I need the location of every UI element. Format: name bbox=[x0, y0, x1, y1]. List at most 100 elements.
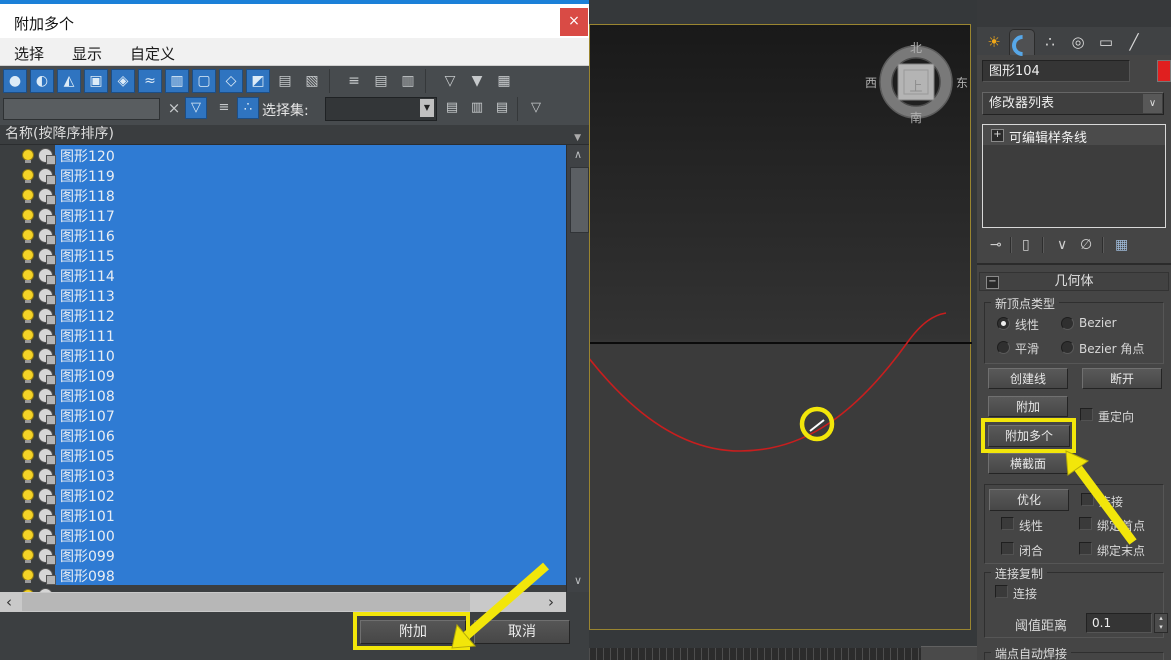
threshold-distance-input[interactable]: 0.1 bbox=[1086, 613, 1152, 633]
display-spacewarps-icon[interactable]: ≈ bbox=[138, 69, 162, 93]
visibility-bulb-icon[interactable] bbox=[22, 169, 34, 183]
display-cameras-icon[interactable]: ▣ bbox=[84, 69, 108, 93]
list-item[interactable]: 图形118 bbox=[0, 185, 566, 205]
scroll-down-icon[interactable]: ∨ bbox=[569, 573, 587, 590]
configure-modifier-sets-icon[interactable]: ▦ bbox=[1115, 236, 1128, 254]
list-item[interactable]: 图形105 bbox=[0, 445, 566, 465]
list-item[interactable]: 图形100 bbox=[0, 525, 566, 545]
list-item[interactable]: 图形101 bbox=[0, 505, 566, 525]
list-item[interactable]: 图形107 bbox=[0, 405, 566, 425]
connect-copy-label[interactable]: 连接 bbox=[1013, 585, 1037, 602]
expand-all-icon[interactable]: ≡ bbox=[342, 69, 366, 93]
spline-curve[interactable] bbox=[587, 312, 947, 452]
visibility-bulb-icon[interactable] bbox=[22, 349, 34, 363]
selection-set-dropdown[interactable]: ▼ bbox=[325, 97, 437, 121]
geometry-rollout-header[interactable]: − 几何体 bbox=[979, 272, 1169, 291]
modifier-stack[interactable]: + 可编辑样条线 bbox=[982, 124, 1166, 228]
expand-selected-icon[interactable]: ▥ bbox=[396, 69, 420, 93]
bind-first-label[interactable]: 绑定首点 bbox=[1097, 517, 1145, 534]
list-item[interactable]: 图形112 bbox=[0, 305, 566, 325]
search-input[interactable] bbox=[3, 98, 160, 120]
motion-tab-icon[interactable]: ◎ bbox=[1065, 29, 1091, 55]
display-containers-icon[interactable]: ◩ bbox=[246, 69, 270, 93]
connect-copy-checkbox[interactable] bbox=[995, 585, 1008, 598]
visibility-bulb-icon[interactable] bbox=[22, 469, 34, 483]
scroll-right-icon[interactable]: › bbox=[548, 593, 554, 611]
display-geometry-icon[interactable]: ● bbox=[3, 69, 27, 93]
funnel-more-icon[interactable]: ▽ bbox=[525, 97, 547, 119]
visibility-bulb-icon[interactable] bbox=[22, 229, 34, 243]
display-frozen-icon[interactable]: ▤ bbox=[273, 69, 297, 93]
list-item[interactable]: 图形114 bbox=[0, 265, 566, 285]
closed-checkbox[interactable] bbox=[1001, 542, 1014, 555]
layers-icon[interactable]: ≡ bbox=[213, 97, 235, 119]
list-item[interactable]: 图形108 bbox=[0, 385, 566, 405]
visibility-bulb-icon[interactable] bbox=[22, 489, 34, 503]
list-item[interactable]: 图形117 bbox=[0, 205, 566, 225]
vertical-scroll-thumb[interactable] bbox=[570, 167, 589, 233]
filter-funnel-icon[interactable]: ▽ bbox=[438, 69, 462, 93]
visibility-bulb-icon[interactable] bbox=[22, 369, 34, 383]
vertical-scrollbar[interactable]: ∧ ∨ bbox=[566, 145, 589, 592]
bind-last-label[interactable]: 绑定末点 bbox=[1097, 542, 1145, 559]
cancel-button[interactable]: 取消 bbox=[474, 620, 570, 644]
scroll-up-icon[interactable]: ∧ bbox=[569, 147, 587, 164]
visibility-bulb-icon[interactable] bbox=[22, 449, 34, 463]
expand-plus-icon[interactable]: + bbox=[991, 129, 1004, 142]
visibility-bulb-icon[interactable] bbox=[22, 529, 34, 543]
copy-selection-set-icon[interactable]: ▤ bbox=[441, 97, 463, 119]
modifier-list-dropdown[interactable]: 修改器列表 ∨ bbox=[982, 92, 1164, 115]
reorient-label[interactable]: 重定向 bbox=[1098, 408, 1134, 425]
linear-checkbox[interactable] bbox=[1001, 517, 1014, 530]
list-sort-header[interactable]: 名称(按降序排序) ▼ bbox=[0, 125, 589, 145]
collapse-minus-icon[interactable]: − bbox=[986, 276, 999, 289]
display-hidden-icon[interactable]: ▧ bbox=[300, 69, 324, 93]
radio-bezier[interactable] bbox=[1061, 317, 1074, 330]
radio-smooth[interactable] bbox=[997, 341, 1010, 354]
linear-label[interactable]: 线性 bbox=[1019, 517, 1043, 534]
visibility-bulb-icon[interactable] bbox=[22, 149, 34, 163]
menu-item[interactable]: 自定义 bbox=[116, 43, 189, 64]
menu-item[interactable]: 显示 bbox=[58, 43, 116, 64]
list-item[interactable]: 图形120 bbox=[0, 145, 566, 165]
list-item[interactable]: 图形099 bbox=[0, 545, 566, 565]
display-xrefs-icon[interactable]: ▢ bbox=[192, 69, 216, 93]
connect-label[interactable]: 连接 bbox=[1099, 493, 1123, 510]
edit-selection-set-icon[interactable]: ▤ bbox=[491, 97, 513, 119]
horizontal-scroll-thumb[interactable] bbox=[22, 593, 470, 611]
visibility-bulb-icon[interactable] bbox=[22, 329, 34, 343]
object-name-field[interactable]: 图形104 bbox=[982, 60, 1130, 82]
filter-toggle-icon[interactable]: ▽ bbox=[185, 97, 207, 119]
display-lights-icon[interactable]: ◭ bbox=[57, 69, 81, 93]
radio-bezier-label[interactable]: Bezier bbox=[1079, 316, 1117, 330]
remove-modifier-icon[interactable]: ∅ bbox=[1080, 236, 1092, 254]
lock-stack-icon[interactable]: ▯ bbox=[1022, 236, 1030, 254]
filter-set-icon[interactable]: ▼ bbox=[465, 69, 489, 93]
break-button[interactable]: 断开 bbox=[1082, 368, 1162, 389]
object-color-swatch[interactable] bbox=[1157, 60, 1171, 82]
visibility-bulb-icon[interactable] bbox=[22, 509, 34, 523]
visibility-bulb-icon[interactable] bbox=[22, 249, 34, 263]
display-tab-icon[interactable]: ▭ bbox=[1093, 29, 1119, 55]
paste-selection-set-icon[interactable]: ▥ bbox=[466, 97, 488, 119]
list-item[interactable]: 图形116 bbox=[0, 225, 566, 245]
visibility-bulb-icon[interactable] bbox=[22, 209, 34, 223]
pin-stack-icon[interactable]: ⊸ bbox=[990, 236, 1002, 254]
visibility-bulb-icon[interactable] bbox=[22, 389, 34, 403]
radio-bezier-corner[interactable] bbox=[1061, 341, 1074, 354]
list-item[interactable]: 图形102 bbox=[0, 485, 566, 505]
hierarchy-tab-icon[interactable]: ∴ bbox=[1037, 29, 1063, 55]
time-track-bar[interactable] bbox=[589, 648, 921, 660]
bind-first-checkbox[interactable] bbox=[1079, 517, 1092, 530]
display-groups-icon[interactable]: ▥ bbox=[165, 69, 189, 93]
spinner-up-icon[interactable]: ▴ bbox=[1155, 614, 1167, 623]
hierarchy-toggle-icon[interactable]: ∴ bbox=[237, 97, 259, 119]
visibility-bulb-icon[interactable] bbox=[22, 429, 34, 443]
reorient-checkbox[interactable] bbox=[1080, 408, 1093, 421]
scroll-left-icon[interactable]: ‹ bbox=[6, 593, 12, 611]
radio-smooth-label[interactable]: 平滑 bbox=[1015, 340, 1039, 357]
display-helpers-icon[interactable]: ◈ bbox=[111, 69, 135, 93]
show-end-result-icon[interactable]: ∨ bbox=[1057, 236, 1067, 254]
visibility-bulb-icon[interactable] bbox=[22, 409, 34, 423]
visibility-bulb-icon[interactable] bbox=[22, 189, 34, 203]
